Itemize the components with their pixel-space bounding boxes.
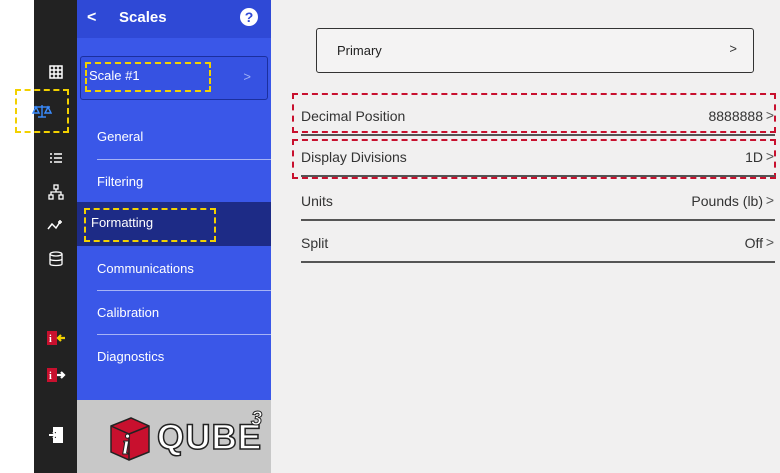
- grid-icon[interactable]: [34, 57, 77, 87]
- list-icon[interactable]: [34, 143, 77, 173]
- network-icon[interactable]: [34, 177, 77, 207]
- import-icon[interactable]: i: [34, 323, 77, 353]
- row-label: Split: [301, 235, 329, 251]
- scales-menu: < Scales ? Scale #1 > General Filtering …: [77, 0, 271, 400]
- formatting-panel: Primary > Decimal Position 8888888 > Dis…: [271, 0, 780, 473]
- menu-header: < Scales ?: [77, 0, 271, 38]
- iqube-cube-icon: i: [110, 417, 150, 462]
- chevron-right-icon: >: [765, 107, 774, 123]
- row-split[interactable]: Split Off >: [301, 227, 775, 263]
- logo-superscript: 3: [250, 408, 263, 431]
- menu-item-general[interactable]: General: [77, 115, 271, 159]
- chevron-right-icon: >: [243, 69, 251, 84]
- svg-text:i: i: [122, 430, 130, 461]
- help-icon[interactable]: ?: [240, 8, 258, 26]
- logout-icon[interactable]: [34, 420, 77, 450]
- chevron-right-icon: >: [729, 41, 737, 56]
- icon-rail: i i: [15, 0, 77, 473]
- row-display-divisions[interactable]: Display Divisions 1D >: [301, 141, 775, 177]
- svg-text:i: i: [49, 334, 52, 345]
- scale-item-label: Scale #1: [85, 62, 211, 92]
- chevron-right-icon: >: [765, 234, 774, 250]
- row-value: 1D: [745, 149, 763, 165]
- menu-item-diagnostics[interactable]: Diagnostics: [77, 335, 271, 379]
- database-icon[interactable]: [34, 244, 77, 274]
- row-value: 8888888: [708, 108, 763, 124]
- iqube-logo: i QUBE 3: [77, 400, 271, 473]
- menu-item-label: Filtering: [97, 174, 144, 189]
- menu-item-label: Calibration: [97, 305, 160, 320]
- menu-item-filtering[interactable]: Filtering: [77, 160, 271, 204]
- chevron-right-icon: >: [765, 192, 774, 208]
- signal-icon[interactable]: [34, 211, 77, 241]
- logo-text: QUBE: [156, 417, 263, 458]
- primary-label: Primary: [337, 43, 382, 58]
- chevron-right-icon: >: [765, 148, 774, 164]
- back-chevron-icon[interactable]: <: [87, 9, 96, 27]
- row-label: Units: [301, 193, 333, 209]
- primary-button[interactable]: Primary >: [316, 28, 754, 73]
- menu-item-communications[interactable]: Communications: [77, 247, 271, 291]
- menu-item-label: Diagnostics: [97, 349, 165, 364]
- row-label: Decimal Position: [301, 108, 406, 124]
- row-units[interactable]: Units Pounds (lb) >: [301, 185, 775, 221]
- menu-item-calibration[interactable]: Calibration: [77, 291, 271, 335]
- menu-item-label: Communications: [97, 261, 194, 276]
- scale-item-button[interactable]: Scale #1 >: [80, 56, 268, 100]
- menu-item-formatting[interactable]: Formatting: [77, 202, 271, 246]
- menu-item-label: General: [97, 129, 144, 144]
- row-label: Display Divisions: [301, 149, 407, 165]
- export-icon[interactable]: i: [34, 360, 77, 390]
- row-value: Pounds (lb): [691, 193, 763, 209]
- scale-icon[interactable]: [15, 89, 69, 133]
- row-decimal-position[interactable]: Decimal Position 8888888 >: [301, 100, 775, 136]
- row-value: Off: [744, 235, 763, 251]
- svg-text:i: i: [49, 371, 52, 382]
- menu-title: Scales: [119, 9, 167, 26]
- menu-item-label: Formatting: [84, 208, 216, 242]
